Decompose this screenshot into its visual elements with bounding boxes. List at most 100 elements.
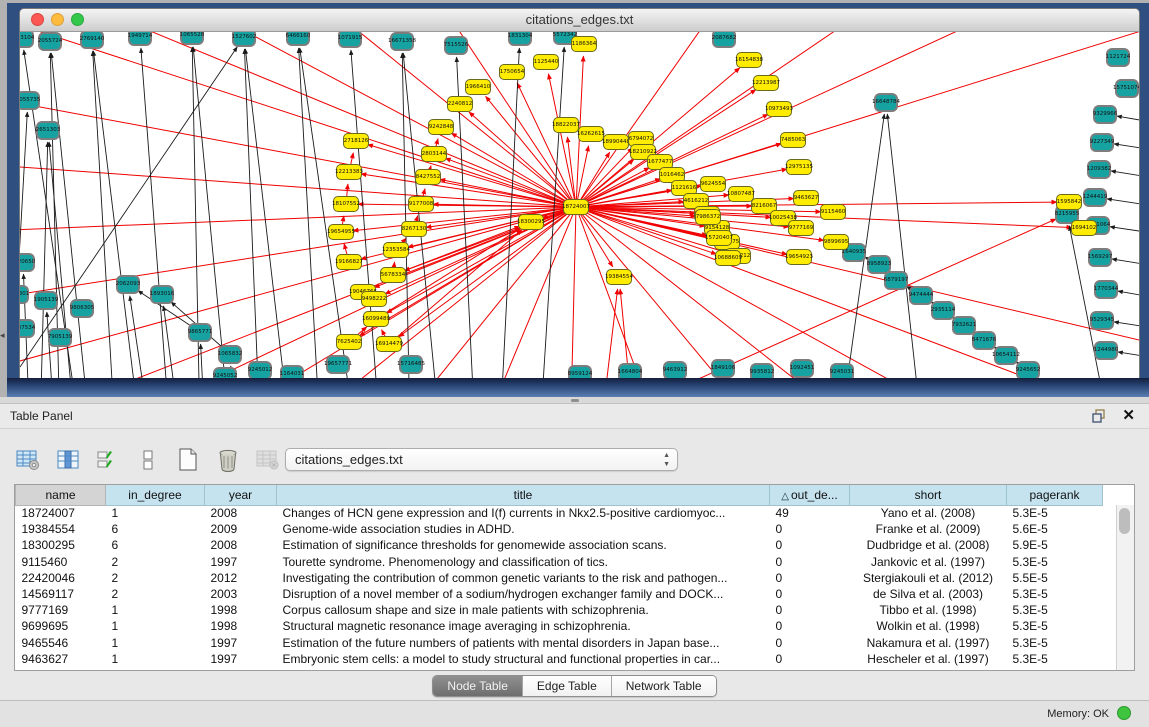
scrollbar-thumb[interactable] (1119, 508, 1130, 534)
graph-node[interactable]: 9777169 (788, 220, 814, 236)
table-row[interactable]: 1872400712008Changes of HCN gene express… (16, 505, 1103, 521)
float-panel-icon[interactable] (1092, 409, 1107, 423)
graph-node[interactable]: 9245652 (1016, 361, 1040, 379)
graph-node[interactable]: 9886301 (20, 285, 29, 304)
table-row[interactable]: 969969511998Structural magnetic resonanc… (16, 618, 1103, 634)
graph-node[interactable]: 1966410 (465, 79, 491, 95)
graph-node[interactable]: 5678334 (380, 267, 406, 283)
graph-node[interactable]: 8267130 (401, 221, 427, 237)
graph-node[interactable]: 9177008 (408, 196, 434, 212)
new-column-icon[interactable] (174, 447, 201, 474)
graph-node[interactable]: 7625402 (336, 334, 362, 350)
graph-node[interactable]: 1186364 (571, 36, 597, 52)
graph-node[interactable]: 2062093 (116, 275, 140, 294)
graph-node[interactable]: 16154838 (736, 52, 762, 68)
graph-hub-node[interactable]: 18724007 (563, 199, 589, 215)
graph-node[interactable]: 9806305 (70, 299, 94, 318)
graph-node[interactable]: 19654923 (786, 249, 812, 265)
network-window-titlebar[interactable]: citations_edges.txt (20, 9, 1139, 32)
tab-node-table[interactable]: Node Table (433, 676, 523, 696)
graph-node[interactable]: 19166827 (336, 254, 362, 270)
delete-table-icon[interactable] (254, 447, 281, 474)
column-header-in_degree[interactable]: in_degree (106, 485, 205, 505)
graph-node[interactable]: 1893016 (150, 285, 174, 304)
graph-node[interactable]: 19384554 (606, 269, 632, 285)
graph-node[interactable]: 1694102 (1071, 220, 1097, 236)
graph-node[interactable]: 7986372 (695, 209, 721, 225)
column-header-out_de[interactable]: △out_de... (770, 485, 850, 505)
graph-node[interactable]: 9115460 (820, 204, 846, 220)
column-header-short[interactable]: short (850, 485, 1007, 505)
graph-node[interactable]: 15716485 (399, 355, 423, 374)
graph-node[interactable]: 16262615 (578, 126, 604, 142)
graph-node[interactable]: 18822037 (553, 117, 579, 133)
graph-node[interactable]: 1664804 (618, 363, 642, 379)
graph-node[interactable]: 10807487 (728, 186, 754, 202)
graph-node[interactable]: 9474444 (909, 286, 933, 305)
graph-node[interactable]: 1831304 (508, 32, 532, 46)
column-visibility-icon[interactable] (54, 447, 81, 474)
graph-node[interactable]: 9624554 (700, 176, 726, 192)
graph-node[interactable]: 1244419 (1083, 188, 1107, 207)
tab-edge-table[interactable]: Edge Table (523, 676, 612, 696)
graph-node[interactable]: 1092451 (790, 359, 814, 378)
delete-column-trash-icon[interactable] (214, 447, 241, 474)
column-header-name[interactable]: name (16, 485, 106, 505)
graph-node[interactable]: 16671358 (390, 32, 414, 51)
graph-node[interactable]: 2087682 (712, 32, 736, 48)
network-canvas[interactable]: 1873104205572427691401949714106552815276… (20, 32, 1139, 378)
graph-node[interactable]: 2935114 (931, 301, 955, 320)
graph-node[interactable]: 9865771 (188, 323, 212, 342)
graph-node[interactable]: 10973493 (766, 101, 792, 117)
graph-node[interactable]: 16914479 (376, 336, 402, 352)
graph-node[interactable]: 16648784 (874, 93, 898, 112)
graph-node[interactable]: 1595842 (1056, 194, 1082, 210)
tab-network-table[interactable]: Network Table (612, 676, 716, 696)
graph-node[interactable]: 1770344 (1094, 280, 1118, 299)
column-pair-icon[interactable] (134, 447, 161, 474)
graph-node[interactable]: 2769140 (80, 32, 104, 49)
graph-node[interactable]: 9463627 (793, 190, 819, 206)
table-row[interactable]: 1830029562008Estimation of significance … (16, 537, 1103, 553)
graph-node[interactable]: 7932621 (952, 316, 976, 335)
graph-node[interactable]: 7905139 (48, 328, 72, 347)
table-row[interactable]: 977716911998Corpus callosum shape and si… (16, 602, 1103, 618)
table-row[interactable]: 911546021997Tourette syndrome. Phenomeno… (16, 554, 1103, 570)
graph-node[interactable]: 2718126 (343, 133, 369, 149)
graph-node[interactable]: 9245052 (213, 367, 237, 379)
graph-node[interactable]: 19657771 (326, 355, 350, 374)
graph-node[interactable]: 2055724 (38, 32, 62, 51)
west-panel-collapse-arrow-icon[interactable]: ◂ (0, 330, 5, 341)
graph-node[interactable]: 12213383 (336, 164, 362, 180)
table-mode-icon[interactable] (14, 447, 41, 474)
graph-node[interactable]: 1087534 (20, 319, 35, 338)
graph-node[interactable]: 9329966 (1093, 105, 1117, 124)
graph-node[interactable]: 1750654 (499, 64, 525, 80)
graph-node[interactable]: 15751074 (1115, 79, 1139, 98)
graph-node[interactable]: 15720407 (706, 230, 732, 246)
graph-node[interactable]: 19654955 (328, 224, 354, 240)
graph-node[interactable]: 16099489 (363, 311, 389, 327)
graph-node[interactable]: 12353584 (383, 242, 409, 258)
graph-node[interactable]: 8427552 (415, 169, 441, 185)
graph-node[interactable]: 1121724 (1106, 48, 1130, 67)
graph-node[interactable]: 7515526 (444, 36, 468, 55)
splitter-grip-icon[interactable] (571, 399, 579, 402)
graph-node[interactable]: 8471676 (972, 331, 996, 350)
graph-node[interactable]: 2651303 (36, 121, 60, 140)
graph-node[interactable]: 1244980 (1094, 341, 1118, 360)
graph-node[interactable]: 2240812 (447, 96, 473, 112)
graph-node[interactable]: 2803144 (421, 146, 447, 162)
table-row[interactable]: 2242004622012Investigating the contribut… (16, 570, 1103, 586)
column-header-pagerank[interactable]: pagerank (1007, 485, 1103, 505)
graph-node[interactable]: 9529345 (1090, 311, 1114, 330)
graph-node[interactable]: 1125440 (533, 54, 559, 70)
column-header-year[interactable]: year (205, 485, 277, 505)
graph-node[interactable]: 9498222 (361, 291, 387, 307)
graph-node[interactable]: 9463912 (663, 361, 687, 379)
vertical-scrollbar[interactable] (1116, 505, 1134, 670)
row-select-check-icon[interactable] (94, 447, 121, 474)
graph-node[interactable]: 1527602 (232, 32, 256, 47)
graph-node[interactable]: 1164031 (280, 365, 304, 379)
table-row[interactable]: 1456911722003Disruption of a novel membe… (16, 586, 1103, 602)
